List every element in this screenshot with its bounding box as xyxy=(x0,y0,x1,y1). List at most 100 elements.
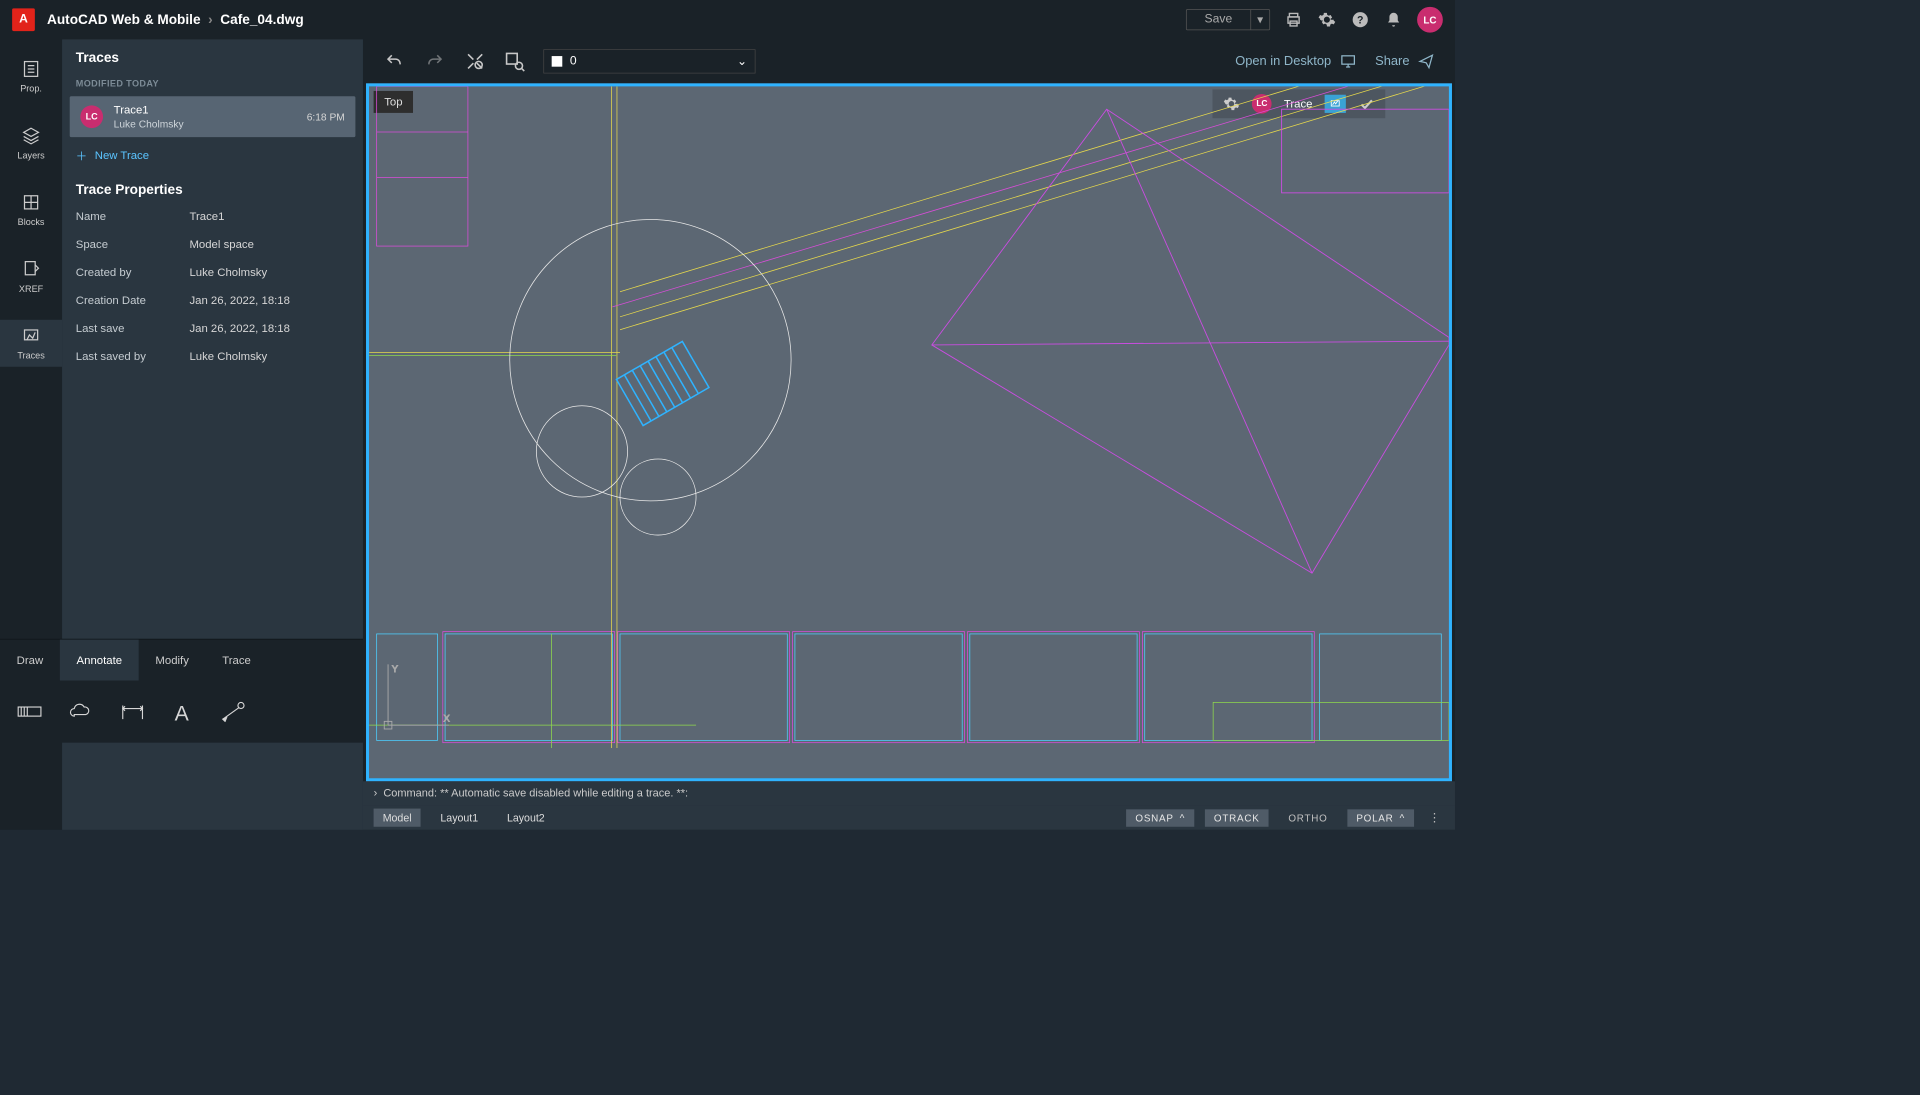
zoom-window-icon[interactable] xyxy=(504,51,525,72)
layout-tab-layout1[interactable]: Layout1 xyxy=(431,809,487,827)
command-line[interactable]: › Command: ** Automatic save disabled wh… xyxy=(363,781,1455,805)
svg-text:Y: Y xyxy=(392,664,398,674)
prop-value: Model space xyxy=(189,238,253,251)
rail-label: Prop. xyxy=(20,83,42,94)
layer-name: 0 xyxy=(570,55,577,69)
tab-modify[interactable]: Modify xyxy=(139,640,206,681)
save-dropdown[interactable]: ▾ xyxy=(1251,10,1269,30)
text-icon[interactable]: A xyxy=(171,701,194,722)
save-button[interactable]: Save xyxy=(1186,10,1251,30)
svg-text:X: X xyxy=(444,713,450,723)
app-logo: A xyxy=(12,8,35,31)
prop-key: Creation Date xyxy=(76,294,190,307)
layout-tab-layout2[interactable]: Layout2 xyxy=(498,809,554,827)
open-in-desktop-button[interactable]: Open in Desktop xyxy=(1235,53,1357,70)
undo-icon[interactable] xyxy=(383,52,406,70)
rail-prop[interactable]: Prop. xyxy=(0,53,62,100)
properties-title: Trace Properties xyxy=(62,174,363,202)
cad-drawing: Y X xyxy=(369,86,1449,748)
file-name[interactable]: Cafe_04.dwg xyxy=(220,12,303,28)
chevron-down-icon: ⌄ xyxy=(737,54,747,69)
canvas-toolbar: 0 ⌄ Open in Desktop Share xyxy=(363,39,1455,83)
new-trace-button[interactable]: ＋ New Trace xyxy=(62,137,363,174)
rail-label: Blocks xyxy=(18,217,45,228)
user-avatar[interactable]: LC xyxy=(1417,7,1443,33)
rail-label: Traces xyxy=(17,350,44,361)
section-header: MODIFIED TODAY xyxy=(62,74,363,97)
dimension-aligned-icon[interactable] xyxy=(120,701,146,722)
revision-cloud-icon[interactable] xyxy=(68,701,94,722)
leader-icon[interactable] xyxy=(220,701,246,722)
trace-name: Trace1 xyxy=(114,104,184,117)
drawing-viewport[interactable]: Top LC Trace xyxy=(366,83,1452,781)
prop-row: Creation DateJan 26, 2022, 18:18 xyxy=(62,286,363,314)
prop-key: Name xyxy=(76,210,190,223)
layout-tab-model[interactable]: Model xyxy=(374,809,421,827)
polar-toggle[interactable]: POLAR^ xyxy=(1347,809,1414,826)
trace-avatar: LC xyxy=(80,105,103,128)
layer-swatch xyxy=(552,56,563,67)
redo-icon[interactable] xyxy=(424,52,447,70)
chevron-right-icon: › xyxy=(208,12,213,28)
prop-row: Last saveJan 26, 2022, 18:18 xyxy=(62,314,363,342)
svg-text:?: ? xyxy=(1357,14,1363,26)
annotate-tools: A xyxy=(0,681,363,743)
share-button[interactable]: Share xyxy=(1375,53,1435,70)
prop-key: Created by xyxy=(76,266,190,279)
new-trace-label: New Trace xyxy=(95,149,149,162)
status-bar: Model Layout1 Layout2 OSNAP^ OTRACK ORTH… xyxy=(363,806,1455,830)
app-name[interactable]: AutoCAD Web & Mobile xyxy=(47,12,201,28)
trace-list-item[interactable]: LC Trace1 Luke Cholmsky 6:18 PM xyxy=(70,96,356,137)
rail-layers[interactable]: Layers xyxy=(0,120,62,167)
chevron-up-icon: ^ xyxy=(1400,812,1405,823)
open-desktop-label: Open in Desktop xyxy=(1235,54,1331,69)
command-text: Command: ** Automatic save disabled whil… xyxy=(383,787,688,799)
prop-row: Created byLuke Cholmsky xyxy=(62,258,363,286)
panel-title: Traces xyxy=(62,39,363,73)
rail-traces[interactable]: Traces xyxy=(0,320,62,367)
zoom-extents-icon[interactable] xyxy=(465,51,486,72)
rail-xref[interactable]: XREF xyxy=(0,253,62,300)
dimension-linear-icon[interactable] xyxy=(17,701,43,722)
prop-key: Last saved by xyxy=(76,350,190,363)
prop-value: Luke Cholmsky xyxy=(189,266,267,279)
print-icon[interactable] xyxy=(1284,10,1304,30)
layer-selector[interactable]: 0 ⌄ xyxy=(543,49,755,73)
save-button-group: Save ▾ xyxy=(1186,9,1270,30)
chevron-up-icon: ^ xyxy=(1180,812,1185,823)
ortho-toggle[interactable]: ORTHO xyxy=(1279,809,1336,826)
trace-author: Luke Cholmsky xyxy=(114,118,184,129)
otrack-toggle[interactable]: OTRACK xyxy=(1205,809,1269,826)
prop-key: Last save xyxy=(76,322,190,335)
rail-blocks[interactable]: Blocks xyxy=(0,186,62,233)
share-label: Share xyxy=(1375,54,1409,69)
help-icon[interactable]: ? xyxy=(1350,10,1370,30)
prop-value: Trace1 xyxy=(189,210,224,223)
breadcrumb: AutoCAD Web & Mobile › Cafe_04.dwg xyxy=(47,12,304,28)
rail-label: XREF xyxy=(19,283,43,294)
osnap-toggle[interactable]: OSNAP^ xyxy=(1126,809,1194,826)
tab-draw[interactable]: Draw xyxy=(0,640,60,681)
more-icon[interactable]: ⋮ xyxy=(1425,808,1445,828)
trace-time: 6:18 PM xyxy=(307,111,345,122)
top-bar: A AutoCAD Web & Mobile › Cafe_04.dwg Sav… xyxy=(0,0,1455,39)
monitor-icon xyxy=(1339,53,1357,70)
rail-label: Layers xyxy=(17,150,44,161)
send-icon xyxy=(1417,53,1435,70)
prop-value: Luke Cholmsky xyxy=(189,350,267,363)
prop-row: Last saved byLuke Cholmsky xyxy=(62,343,363,371)
prop-row: NameTrace1 xyxy=(62,202,363,230)
tab-annotate[interactable]: Annotate xyxy=(60,640,139,681)
chevron-right-icon: › xyxy=(374,787,378,799)
prop-value: Jan 26, 2022, 18:18 xyxy=(189,294,290,307)
topbar-actions: Save ▾ ? LC xyxy=(1186,7,1443,33)
tab-trace[interactable]: Trace xyxy=(206,640,268,681)
prop-key: Space xyxy=(76,238,190,251)
prop-row: SpaceModel space xyxy=(62,230,363,258)
prop-value: Jan 26, 2022, 18:18 xyxy=(189,322,290,335)
svg-text:A: A xyxy=(175,702,190,722)
gear-icon[interactable] xyxy=(1317,10,1337,30)
plus-icon: ＋ xyxy=(76,148,87,164)
bell-icon[interactable] xyxy=(1384,10,1404,30)
tool-category-tabs: Draw Annotate Modify Trace xyxy=(0,639,363,681)
